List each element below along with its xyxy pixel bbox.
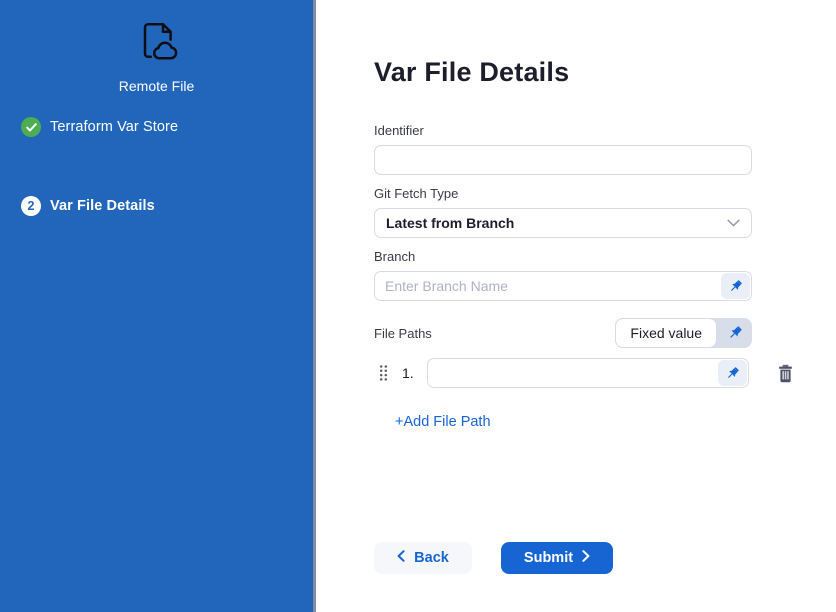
step-number-badge: 2 bbox=[21, 196, 41, 216]
identifier-label: Identifier bbox=[374, 123, 752, 138]
chevron-down-icon bbox=[727, 214, 740, 232]
add-file-path-label: Add File Path bbox=[403, 414, 490, 430]
step-label: Var File Details bbox=[50, 198, 155, 214]
branch-input[interactable] bbox=[375, 272, 720, 300]
step-complete-check-icon bbox=[21, 117, 41, 137]
branch-label: Branch bbox=[374, 249, 752, 264]
git-fetch-type-label: Git Fetch Type bbox=[374, 186, 752, 201]
page-title: Var File Details bbox=[374, 57, 836, 88]
submit-button[interactable]: Submit bbox=[501, 542, 613, 574]
delete-row-trash-icon[interactable] bbox=[777, 364, 794, 383]
row-index: 1. bbox=[402, 365, 414, 381]
step-terraform-var-store[interactable]: Terraform Var Store bbox=[0, 117, 313, 137]
back-button[interactable]: Back bbox=[374, 542, 472, 574]
git-fetch-type-value: Latest from Branch bbox=[386, 215, 514, 231]
remote-file-cloud-icon bbox=[134, 19, 179, 69]
step-label: Terraform Var Store bbox=[50, 119, 178, 135]
git-fetch-type-select[interactable]: Latest from Branch bbox=[374, 208, 752, 238]
file-paths-label: File Paths bbox=[374, 326, 432, 341]
store-type-label: Remote File bbox=[119, 78, 194, 94]
file-path-row: 1. bbox=[374, 358, 814, 388]
wizard-actions: Back Submit bbox=[374, 542, 752, 574]
input-type-value: Fixed value bbox=[615, 318, 717, 348]
drag-handle-icon[interactable] bbox=[379, 364, 388, 382]
branch-pin-button[interactable] bbox=[721, 273, 750, 299]
var-file-form: Identifier Git Fetch Type Latest from Br… bbox=[374, 123, 752, 574]
wizard-steps: Terraform Var Store 2 Var File Details bbox=[0, 117, 313, 216]
var-file-details-panel: Var File Details Identifier Git Fetch Ty… bbox=[316, 0, 836, 612]
file-path-field bbox=[427, 358, 749, 388]
pin-icon bbox=[717, 318, 752, 348]
back-button-label: Back bbox=[414, 550, 449, 566]
file-path-input[interactable] bbox=[428, 359, 717, 387]
identifier-input[interactable] bbox=[374, 145, 752, 175]
file-paths-input-type-selector[interactable]: Fixed value bbox=[615, 318, 752, 348]
plus-icon: + bbox=[395, 414, 403, 430]
chevron-left-icon bbox=[397, 550, 405, 566]
add-file-path-button[interactable]: +Add File Path bbox=[395, 414, 491, 430]
step-var-file-details[interactable]: 2 Var File Details bbox=[0, 196, 313, 216]
submit-button-label: Submit bbox=[524, 550, 573, 566]
branch-field bbox=[374, 271, 752, 301]
chevron-right-icon bbox=[582, 550, 590, 566]
file-path-pin-button[interactable] bbox=[718, 360, 747, 386]
wizard-sidebar: Remote File Terraform Var Store 2 Var Fi… bbox=[0, 0, 313, 612]
store-type-block: Remote File bbox=[0, 0, 313, 94]
